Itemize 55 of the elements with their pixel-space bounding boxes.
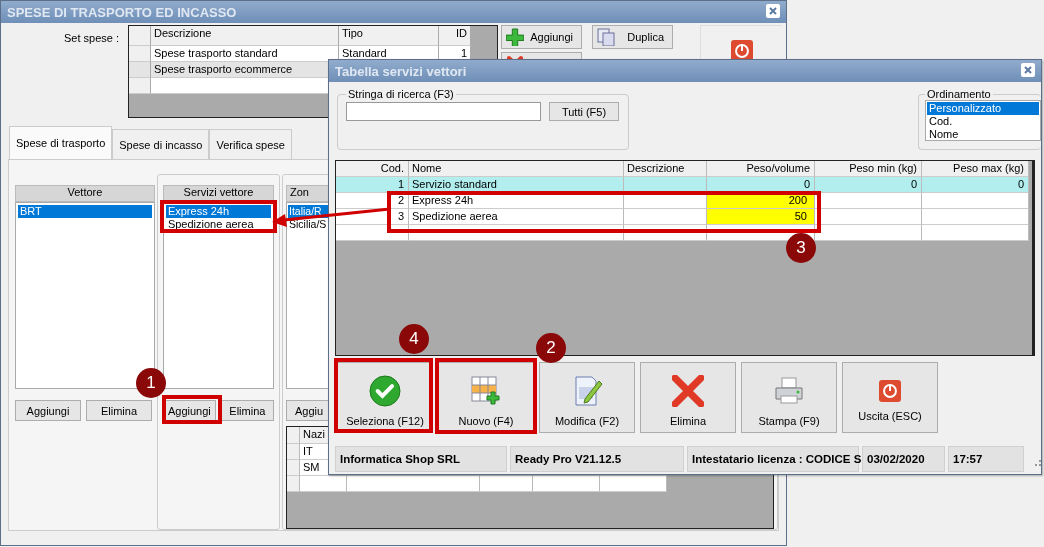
group-label: Stringa di ricerca (F3) <box>347 88 455 100</box>
table-cell <box>300 476 347 492</box>
highlight-frame <box>162 395 222 424</box>
x-icon <box>672 374 704 407</box>
list-item[interactable]: Personalizzato <box>927 102 1039 115</box>
plus-icon <box>506 28 524 46</box>
status-panel: Intestatario licenza : CODICE S <box>687 446 859 472</box>
toolbar-button[interactable]: Duplica <box>592 25 673 49</box>
table-plus-icon <box>470 374 502 407</box>
tab[interactable]: Spese di incasso <box>112 129 210 159</box>
list-item[interactable]: Cod. <box>927 115 1039 128</box>
toolbar-button[interactable]: Modifica (F2) <box>539 362 635 433</box>
button[interactable]: Elimina <box>86 400 152 421</box>
table-cell: 50 <box>707 209 815 225</box>
field-label: Set spese : <box>62 31 119 46</box>
list-item[interactable]: BRT <box>18 205 152 218</box>
table-cell <box>480 476 533 492</box>
copy-icon <box>597 28 615 46</box>
resize-grip-icon <box>1035 460 1041 466</box>
search-field[interactable] <box>346 102 541 121</box>
table-cell: 1 <box>336 177 409 193</box>
table-cell: 0 <box>922 177 1029 193</box>
toolbar-button[interactable]: Stampa (F9) <box>741 362 837 433</box>
toolbar-button[interactable]: Nuovo (F4) <box>438 362 534 433</box>
power-icon <box>879 379 901 402</box>
power-icon <box>730 40 753 62</box>
button[interactable]: Elimina <box>220 400 274 421</box>
status-panel: Informatica Shop SRL <box>335 446 507 472</box>
printer-icon <box>773 374 805 407</box>
close-icon <box>1021 63 1035 77</box>
close-icon <box>766 4 780 18</box>
list-item[interactable]: Nome <box>927 128 1039 141</box>
table-cell <box>600 476 667 492</box>
row-header <box>287 460 300 476</box>
window-title: SPESE DI TRASPORTO ED INCASSO <box>7 4 237 20</box>
group-label: Ordinamento <box>926 88 992 100</box>
list-item[interactable]: Spedizione aerea <box>165 218 271 231</box>
toolbar-button[interactable]: Aggiungi <box>501 25 582 49</box>
window-title: Tabella servizi vettori <box>335 63 467 79</box>
button[interactable]: Aggiungi <box>15 400 81 421</box>
checkmark-icon <box>369 374 401 407</box>
toolbar-button[interactable]: Uscita (ESC) <box>842 362 938 433</box>
tab[interactable]: Spese di trasporto <box>9 126 113 159</box>
list-header: Vettore <box>15 185 155 202</box>
status-panel: 03/02/2020 <box>862 446 945 472</box>
tab[interactable]: Verifica spese <box>209 129 292 159</box>
row-header <box>287 476 300 492</box>
toolbar-button[interactable]: Elimina <box>640 362 736 433</box>
status-panel: 17:57 <box>948 446 1024 472</box>
row-header <box>287 444 300 460</box>
button[interactable]: Tutti (F5) <box>549 102 619 121</box>
list-item[interactable]: Express 24h <box>165 205 271 218</box>
status-panel: Ready Pro V21.12.5 <box>510 446 684 472</box>
table-cell: 0 <box>815 177 922 193</box>
table-cell <box>533 476 600 492</box>
